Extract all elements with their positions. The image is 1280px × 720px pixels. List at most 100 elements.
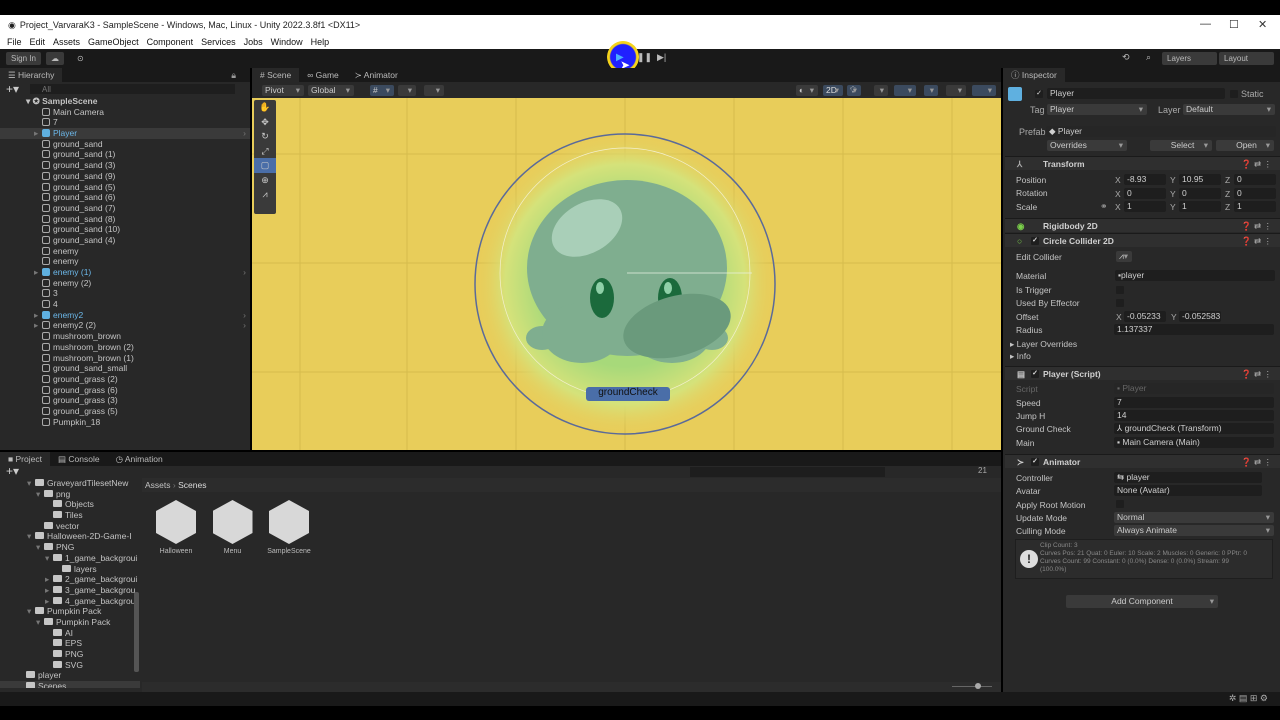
folder-item[interactable]: vector: [0, 521, 140, 532]
breadcrumb-assets[interactable]: Assets: [145, 480, 171, 490]
animator-enabled-checkbox[interactable]: ✓: [1031, 458, 1039, 466]
audio-toggle[interactable]: [874, 85, 888, 96]
folder-item[interactable]: ▾ Pumpkin Pack: [0, 617, 140, 628]
tab-console[interactable]: ▤ Console: [50, 452, 108, 466]
draw-mode-dropdown[interactable]: ◐: [796, 85, 818, 96]
expand-arrow-icon[interactable]: ▸: [45, 585, 49, 596]
grid-snap-button[interactable]: #: [370, 85, 394, 96]
folder-item[interactable]: player: [0, 670, 140, 681]
hierarchy-item[interactable]: ▸ Player ›: [0, 128, 250, 139]
expand-arrow-icon[interactable]: ▾: [36, 617, 40, 628]
folder-item[interactable]: ▸ 2_game_backgroui: [0, 574, 140, 585]
prefab-open-icon[interactable]: ›: [243, 267, 246, 278]
menu-help[interactable]: Help: [311, 37, 330, 47]
position-y-input[interactable]: 10.95: [1179, 174, 1221, 185]
rotation-x-input[interactable]: 0: [1124, 187, 1166, 199]
position-x-input[interactable]: -8.93: [1124, 174, 1166, 185]
update-mode-dropdown[interactable]: Normal: [1114, 512, 1274, 523]
script-enabled-checkbox[interactable]: ✓: [1031, 370, 1039, 378]
component-menu-icons[interactable]: ❓ ⇄ ⋮: [1241, 455, 1272, 469]
camera-settings-dropdown[interactable]: [946, 85, 966, 96]
lock-icon[interactable]: 🔒︎: [231, 70, 236, 81]
status-icons[interactable]: ✲ ▤ ⊞ ⚙: [1229, 693, 1268, 704]
menu-assets[interactable]: Assets: [53, 37, 80, 47]
hierarchy-item[interactable]: Main Camera: [0, 107, 250, 118]
hierarchy-item[interactable]: ground_sand (1): [0, 149, 250, 160]
tab-hierarchy[interactable]: ☰ Hierarchy: [0, 68, 63, 82]
active-checkbox[interactable]: ✓: [1035, 90, 1043, 98]
expand-arrow-icon[interactable]: ▸: [34, 310, 38, 321]
minimize-button[interactable]: —: [1200, 18, 1211, 30]
apply-root-motion-checkbox[interactable]: [1116, 500, 1124, 508]
hierarchy-item[interactable]: 3: [0, 288, 250, 299]
prefab-open-icon[interactable]: ›: [243, 320, 246, 331]
hierarchy-item[interactable]: enemy: [0, 246, 250, 257]
speed-input[interactable]: 7: [1114, 397, 1274, 408]
overrides-dropdown[interactable]: Overrides: [1047, 140, 1127, 151]
rigidbody-header[interactable]: ◉ Rigidbody 2D ❓ ⇄ ⋮: [1005, 218, 1280, 232]
hidden-objects-toggle[interactable]: [924, 85, 938, 96]
folder-item[interactable]: AI: [0, 628, 140, 639]
folder-item[interactable]: ▾ Halloween-2D-Game-I: [0, 531, 140, 542]
expand-arrow-icon[interactable]: ▾: [45, 553, 49, 564]
menu-gameobject[interactable]: GameObject: [88, 37, 139, 47]
rect-tool-icon[interactable]: ▢: [254, 158, 276, 173]
step-button[interactable]: ▶|: [657, 52, 666, 63]
folder-item[interactable]: ▸ 4_game_backgrou: [0, 596, 140, 607]
folder-item[interactable]: EPS: [0, 638, 140, 649]
object-name-input[interactable]: Player: [1047, 88, 1225, 99]
circle-collider-header[interactable]: ○ ✓ Circle Collider 2D ❓ ⇄ ⋮: [1005, 233, 1280, 247]
tab-animator[interactable]: ≻ Animator: [347, 68, 406, 82]
hierarchy-item[interactable]: ▸ enemy2 (2) ›: [0, 320, 250, 331]
folder-item[interactable]: ▾ PNG: [0, 542, 140, 553]
lighting-toggle[interactable]: 💡︎: [847, 85, 861, 96]
hierarchy-item[interactable]: ground_sand (4): [0, 235, 250, 246]
pause-button[interactable]: ❚❚: [637, 52, 652, 63]
folder-item[interactable]: Objects: [0, 499, 140, 510]
hierarchy-item[interactable]: 4: [0, 299, 250, 310]
scene-asset[interactable]: Menu: [207, 500, 259, 555]
folder-item[interactable]: ▾ png: [0, 489, 140, 500]
hierarchy-item[interactable]: ground_sand (7): [0, 203, 250, 214]
menu-services[interactable]: Services: [201, 37, 236, 47]
tree-scrollbar[interactable]: [134, 592, 139, 672]
prefab-open-icon[interactable]: ›: [243, 310, 246, 321]
player-script-header[interactable]: ▤ ✓ Player (Script) ❓ ⇄ ⋮: [1005, 366, 1280, 380]
hierarchy-search-input[interactable]: [30, 84, 235, 94]
offset-y-input[interactable]: -0.052583: [1179, 311, 1221, 322]
expand-arrow-icon[interactable]: ▾: [27, 478, 31, 489]
offset-x-input[interactable]: -0.05233: [1124, 311, 1166, 322]
main-camera-field[interactable]: ▪ Main Camera (Main): [1114, 437, 1274, 448]
jump-input[interactable]: 14: [1114, 410, 1274, 421]
hierarchy-item[interactable]: 7: [0, 117, 250, 128]
hierarchy-item[interactable]: ground_grass (6): [0, 385, 250, 396]
tag-dropdown[interactable]: Player: [1047, 104, 1147, 115]
project-search-input[interactable]: [690, 467, 885, 477]
folder-item[interactable]: layers: [0, 564, 140, 575]
hierarchy-item[interactable]: Pumpkin_18: [0, 417, 250, 428]
hierarchy-item[interactable]: ground_grass (3): [0, 395, 250, 406]
position-z-input[interactable]: 0: [1234, 174, 1276, 185]
prefab-field[interactable]: ◆ Player: [1046, 126, 1276, 137]
add-object-button[interactable]: +▾: [6, 82, 19, 96]
layers-dropdown[interactable]: Layers: [1162, 52, 1217, 65]
breadcrumb-scenes[interactable]: Scenes: [178, 480, 206, 490]
open-prefab-button[interactable]: Open: [1216, 140, 1274, 151]
expand-arrow-icon[interactable]: ▾: [36, 542, 40, 553]
expand-arrow-icon[interactable]: ▾: [27, 606, 31, 617]
move-tool-icon[interactable]: ✥: [254, 115, 276, 130]
ground-check-field[interactable]: ⅄ groundCheck (Transform): [1114, 423, 1274, 434]
expand-arrow-icon[interactable]: ▾: [27, 531, 31, 542]
expand-arrow-icon[interactable]: ▾: [36, 489, 40, 500]
expand-arrow-icon[interactable]: ▸: [34, 320, 38, 331]
scale-y-input[interactable]: 1: [1179, 201, 1221, 212]
avatar-field[interactable]: None (Avatar): [1114, 485, 1262, 496]
collab-icon[interactable]: ⊙: [72, 52, 89, 65]
hierarchy-item[interactable]: ground_sand (8): [0, 214, 250, 225]
hierarchy-item[interactable]: enemy (2): [0, 278, 250, 289]
hierarchy-item[interactable]: enemy: [0, 256, 250, 267]
folder-item[interactable]: ▾ Pumpkin Pack: [0, 606, 140, 617]
sign-in-button[interactable]: Sign In: [6, 52, 41, 65]
layer-overrides-foldout[interactable]: ▸ Layer Overrides: [1010, 339, 1077, 350]
material-field[interactable]: ▪player: [1115, 270, 1275, 281]
